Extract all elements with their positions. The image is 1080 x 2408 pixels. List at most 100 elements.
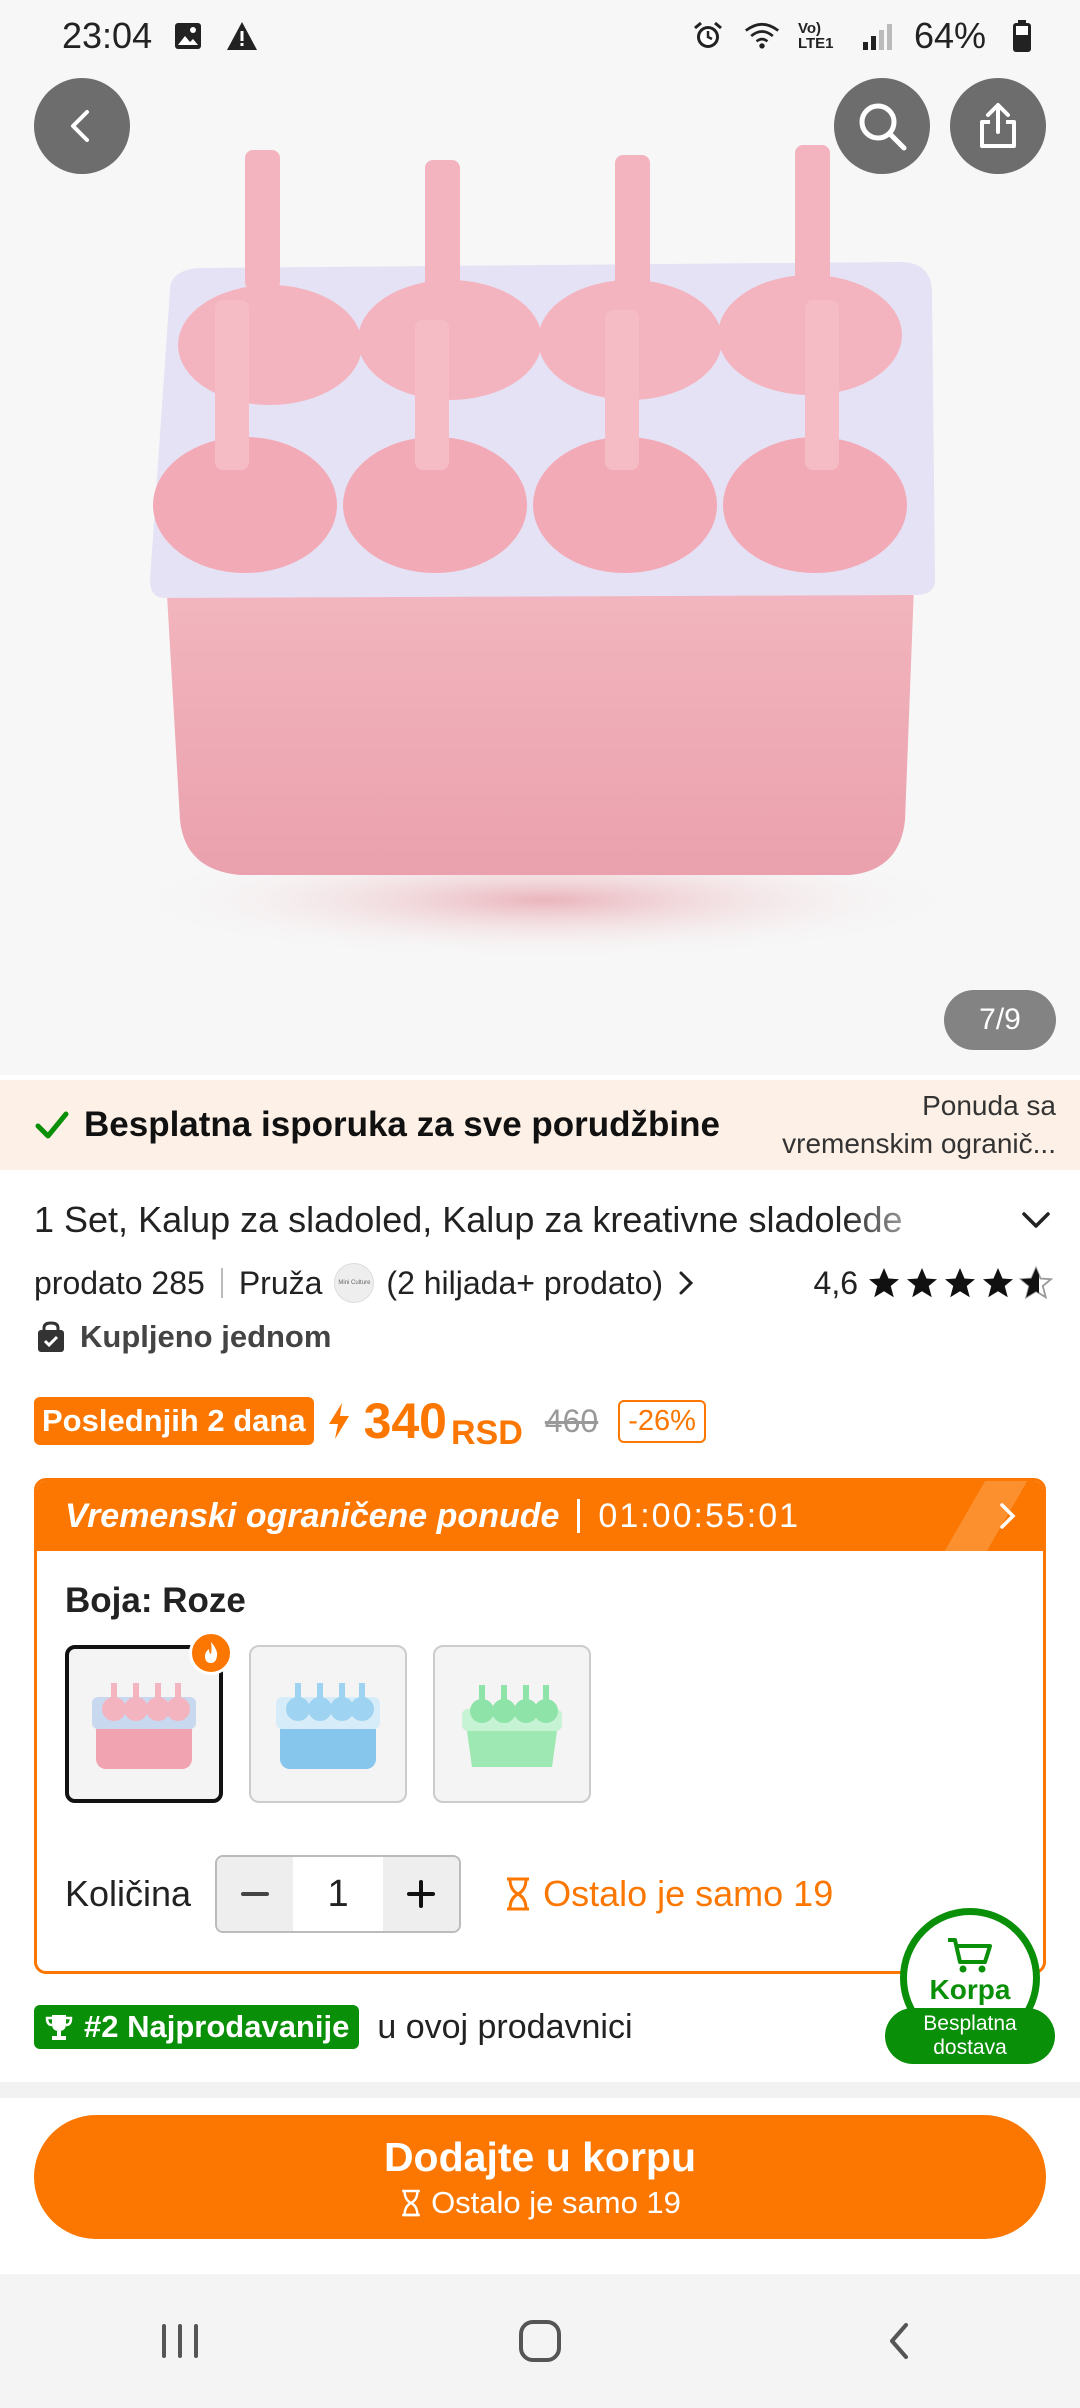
add-to-cart-button[interactable]: Dodajte u korpu Ostalo je samo 19: [34, 2115, 1046, 2239]
cart-label: Korpa: [929, 1974, 1011, 2005]
gallery-notification-icon: [170, 18, 206, 54]
promo-badge: Poslednjih 2 dana: [34, 1397, 314, 1445]
product-meta-row: prodato 285 Pruža Mini Culture (2 hiljad…: [34, 1258, 1054, 1308]
lightning-icon: [328, 1403, 349, 1439]
bestseller-badge: #2 Najprodavanije: [34, 2005, 360, 2049]
cart-button[interactable]: Korpa Besplatna dostava: [885, 1908, 1055, 2068]
section-divider: [0, 2082, 1080, 2098]
countdown-timer: 01:00:55:01: [598, 1496, 801, 1535]
back-button[interactable]: [34, 78, 130, 174]
star-icon: [907, 1268, 937, 1298]
warning-icon: [224, 18, 260, 54]
swatch-green[interactable]: [433, 1645, 591, 1803]
system-back-button[interactable]: [840, 2296, 960, 2386]
chevron-right-icon[interactable]: [675, 1268, 697, 1298]
share-icon: [980, 103, 1016, 148]
star-icon: [983, 1268, 1013, 1298]
pink-mold-thumbnail: [92, 1683, 196, 1769]
price-row: Poslednjih 2 dana 340 RSD 460 -26%: [34, 1390, 706, 1452]
shop-logo-text: Mini Culture: [338, 1280, 371, 1286]
delivery-text: Besplatna isporuka za sve porudžbine: [84, 1105, 720, 1144]
product-title: 1 Set, Kalup za sladoled, Kalup za kreat…: [34, 1199, 903, 1240]
minus-icon: [241, 1892, 270, 1896]
product-image-gallery[interactable]: [0, 0, 1080, 1075]
bestseller-text: u ovoj prodavnici: [377, 2007, 633, 2046]
free-delivery-banner[interactable]: Besplatna isporuka za sve porudžbine Pon…: [0, 1080, 1080, 1170]
blue-mold-thumbnail: [276, 1683, 380, 1769]
half-star-icon: [1018, 1265, 1054, 1300]
discount-badge: -26%: [618, 1399, 706, 1443]
rating[interactable]: 4,6: [814, 1265, 1054, 1302]
product-image: [125, 145, 965, 960]
plus-icon: [407, 1880, 436, 1908]
shop-sold-count[interactable]: (2 hiljada+ prodato): [386, 1265, 663, 1302]
trophy-icon: [45, 2015, 73, 2040]
color-swatches: [65, 1631, 591, 1803]
sold-count: prodato 285: [34, 1264, 205, 1301]
price-currency: RSD: [451, 1414, 523, 1452]
add-to-cart-stock: Ostalo je samo 19: [431, 2184, 681, 2220]
signal-icon: [860, 18, 896, 54]
swatch-blue[interactable]: [249, 1645, 407, 1803]
system-navigation-bar: [0, 2274, 1080, 2408]
star-icon: [945, 1268, 975, 1298]
checkmark-icon: [35, 1111, 69, 1139]
bestseller-badge-text: #2 Najprodavanije: [84, 2009, 350, 2044]
limited-offer-note: Ponuda sa vremenskim ogranič...: [782, 1087, 1056, 1163]
battery-icon: [1004, 18, 1040, 54]
battery-percent: 64%: [913, 15, 986, 56]
free-shipping-tag: Besplatna dostava: [885, 2008, 1055, 2064]
offer-note-line2: vremenskim ogranič...: [782, 1128, 1056, 1159]
home-button[interactable]: [480, 2296, 600, 2386]
hot-icon: [189, 1631, 233, 1675]
color-label: Boja: Roze: [65, 1581, 246, 1620]
offer-note-line1: Ponuda sa: [922, 1090, 1056, 1121]
search-icon: [859, 103, 907, 151]
share-button[interactable]: [950, 78, 1046, 174]
provides-label: Pruža: [238, 1264, 323, 1301]
limited-offer-header[interactable]: Vremenski ograničene ponude 01:00:55:01: [37, 1481, 1043, 1551]
stock-warning: Ostalo je samo 19: [503, 1873, 833, 1915]
add-to-cart-label: Dodajte u korpu: [383, 2133, 697, 2180]
quantity-row: Količina 1 Ostalo je samo 19: [65, 1855, 833, 1933]
bought-text: Kupljeno jednom: [80, 1319, 332, 1354]
chevron-right-icon: [1000, 1503, 1016, 1529]
rating-value: 4,6: [813, 1264, 858, 1301]
recent-apps-button[interactable]: [120, 2296, 240, 2386]
cart-icon: [948, 1938, 992, 1973]
back-icon: [890, 2323, 908, 2359]
price: 340 RSD: [363, 1392, 523, 1452]
price-amount: 340: [363, 1393, 447, 1449]
increase-button[interactable]: [383, 1857, 460, 1931]
shop-logo[interactable]: Mini Culture: [334, 1263, 375, 1303]
hourglass-icon: [507, 1877, 530, 1911]
limited-offer-label: Vremenski ograničene ponude: [65, 1496, 560, 1535]
bought-info: Kupljeno jednom: [34, 1312, 331, 1362]
shopping-bag-icon: [38, 1321, 64, 1352]
decrease-button[interactable]: [217, 1857, 294, 1931]
old-price: 460: [544, 1402, 599, 1439]
rating-stars: [866, 1265, 1054, 1301]
quantity-value[interactable]: 1: [293, 1872, 384, 1916]
star-icon: [869, 1268, 899, 1298]
product-title-row[interactable]: 1 Set, Kalup za sladoled, Kalup za kreat…: [34, 1195, 1054, 1245]
quantity-stepper[interactable]: 1: [215, 1855, 462, 1933]
clock: 23:04: [62, 15, 153, 56]
green-mold-thumbnail: [462, 1685, 562, 1767]
swatch-pink[interactable]: [65, 1631, 233, 1803]
bestseller-row[interactable]: #2 Najprodavanije u ovoj prodavnici: [34, 2003, 633, 2051]
chevron-down-icon[interactable]: [1018, 1202, 1054, 1238]
recent-apps-icon: [162, 2324, 198, 2358]
bottom-action-bar: Dodajte u korpu Ostalo je samo 19: [0, 2098, 1080, 2274]
chevron-left-icon: [71, 110, 89, 142]
network-label: Vo) LTE1: [797, 20, 834, 52]
image-counter: 7/9: [944, 990, 1056, 1050]
hourglass-icon: [402, 2189, 420, 2216]
stock-text: Ostalo je samo 19: [543, 1873, 834, 1914]
limited-offer-box: Vremenski ograničene ponude 01:00:55:01 …: [34, 1478, 1046, 1974]
add-to-cart-sublabel: Ostalo je samo 19: [399, 2185, 681, 2221]
wifi-icon: [744, 18, 780, 54]
alarm-icon: [690, 18, 726, 54]
quantity-label: Količina: [65, 1873, 192, 1914]
search-button[interactable]: [834, 78, 930, 174]
